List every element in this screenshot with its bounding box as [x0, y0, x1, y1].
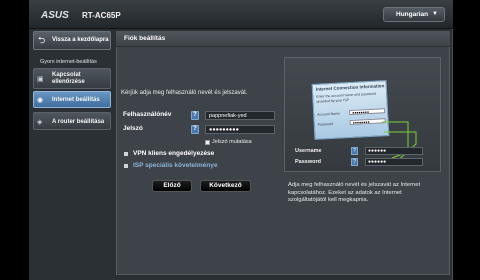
next-button[interactable]: Következő: [200, 180, 251, 192]
vpn-client-option[interactable]: VPN kliens engedélyezése: [133, 150, 214, 157]
sidebar-item-label-line2: ellenőrzése: [52, 79, 85, 85]
page-title: Fiók beállítás: [124, 35, 166, 42]
illustration-password-input: ●●●●●●: [365, 158, 423, 166]
dialog-title: Internet Connection Information: [315, 83, 385, 92]
language-label: Hungarian: [396, 11, 429, 18]
sidebar-item-label: Kapcsolat: [52, 72, 81, 78]
dialog-account-input: ●●●●●●●●: [349, 108, 386, 116]
illustration-password-label: Password: [295, 159, 321, 165]
sidebar-item-internet-setup[interactable]: ◉ Internet beállítás: [33, 91, 111, 108]
sidebar-item-router-setup[interactable]: ◈ A router beállítása: [33, 112, 111, 130]
isp-dialog-illustration: Internet Connection Information Enter th…: [311, 80, 390, 140]
username-help-icon[interactable]: ?: [191, 111, 199, 120]
illustration-help-icon: ?: [351, 147, 358, 155]
instruction-text: Kérjük adja meg felhasználó nevét és jel…: [121, 90, 248, 96]
model-name: RT-AC65P: [82, 11, 121, 20]
sidebar: [29, 29, 115, 280]
sidebar-item-label: A router beállítása: [52, 119, 105, 125]
username-label: Felhasználónév: [123, 111, 172, 118]
dialog-password-label: Password: [317, 121, 334, 127]
language-select[interactable]: Hungarian ▼: [383, 7, 445, 22]
illustration-username-input: ●●●●●●: [365, 147, 423, 155]
quick-setup-section-label: Gyors internet-beállítás: [40, 59, 97, 65]
wifi-icon: ◈: [37, 119, 43, 126]
network-icon: ▣: [37, 76, 44, 83]
password-input[interactable]: ●●●●●●●●●: [205, 125, 275, 134]
sidebar-item-label: Internet beállítás: [52, 97, 100, 103]
illustration-username-label: Username: [295, 148, 322, 154]
dialog-account-label: Account Name: [317, 111, 341, 117]
show-password-label: Jelszó mutatása: [212, 139, 252, 145]
back-to-home-button[interactable]: ⮌ Vissza a kezdőlapra: [33, 31, 111, 50]
isp-bullet: [124, 164, 128, 168]
back-to-home-label: Vissza a kezdőlapra: [52, 37, 109, 43]
title-bar: [116, 31, 450, 47]
previous-button[interactable]: Előző: [152, 180, 192, 192]
chevron-down-icon: ▼: [432, 11, 438, 17]
vpn-bullet: [124, 152, 128, 156]
show-password-checkbox[interactable]: [205, 140, 210, 145]
info-text: Adja meg felhasználó nevét és jelszavát …: [288, 182, 421, 203]
isp-special-requirement-link[interactable]: ISP speciális követelménye: [133, 162, 217, 169]
illustration-help-icon: ?: [351, 158, 358, 166]
username-input[interactable]: pappnefiak-yed: [205, 111, 275, 120]
globe-icon: ◉: [37, 97, 44, 104]
back-arrow-icon: ⮌: [38, 35, 46, 45]
dialog-text-line2: provided by your ISP: [316, 98, 350, 104]
asus-logo: ASUS: [41, 10, 69, 21]
password-label: Jelszó: [123, 125, 143, 132]
sidebar-item-check-connection[interactable]: ▣ Kapcsolat ellenőrzése: [33, 68, 111, 89]
password-help-icon[interactable]: ?: [191, 125, 199, 134]
